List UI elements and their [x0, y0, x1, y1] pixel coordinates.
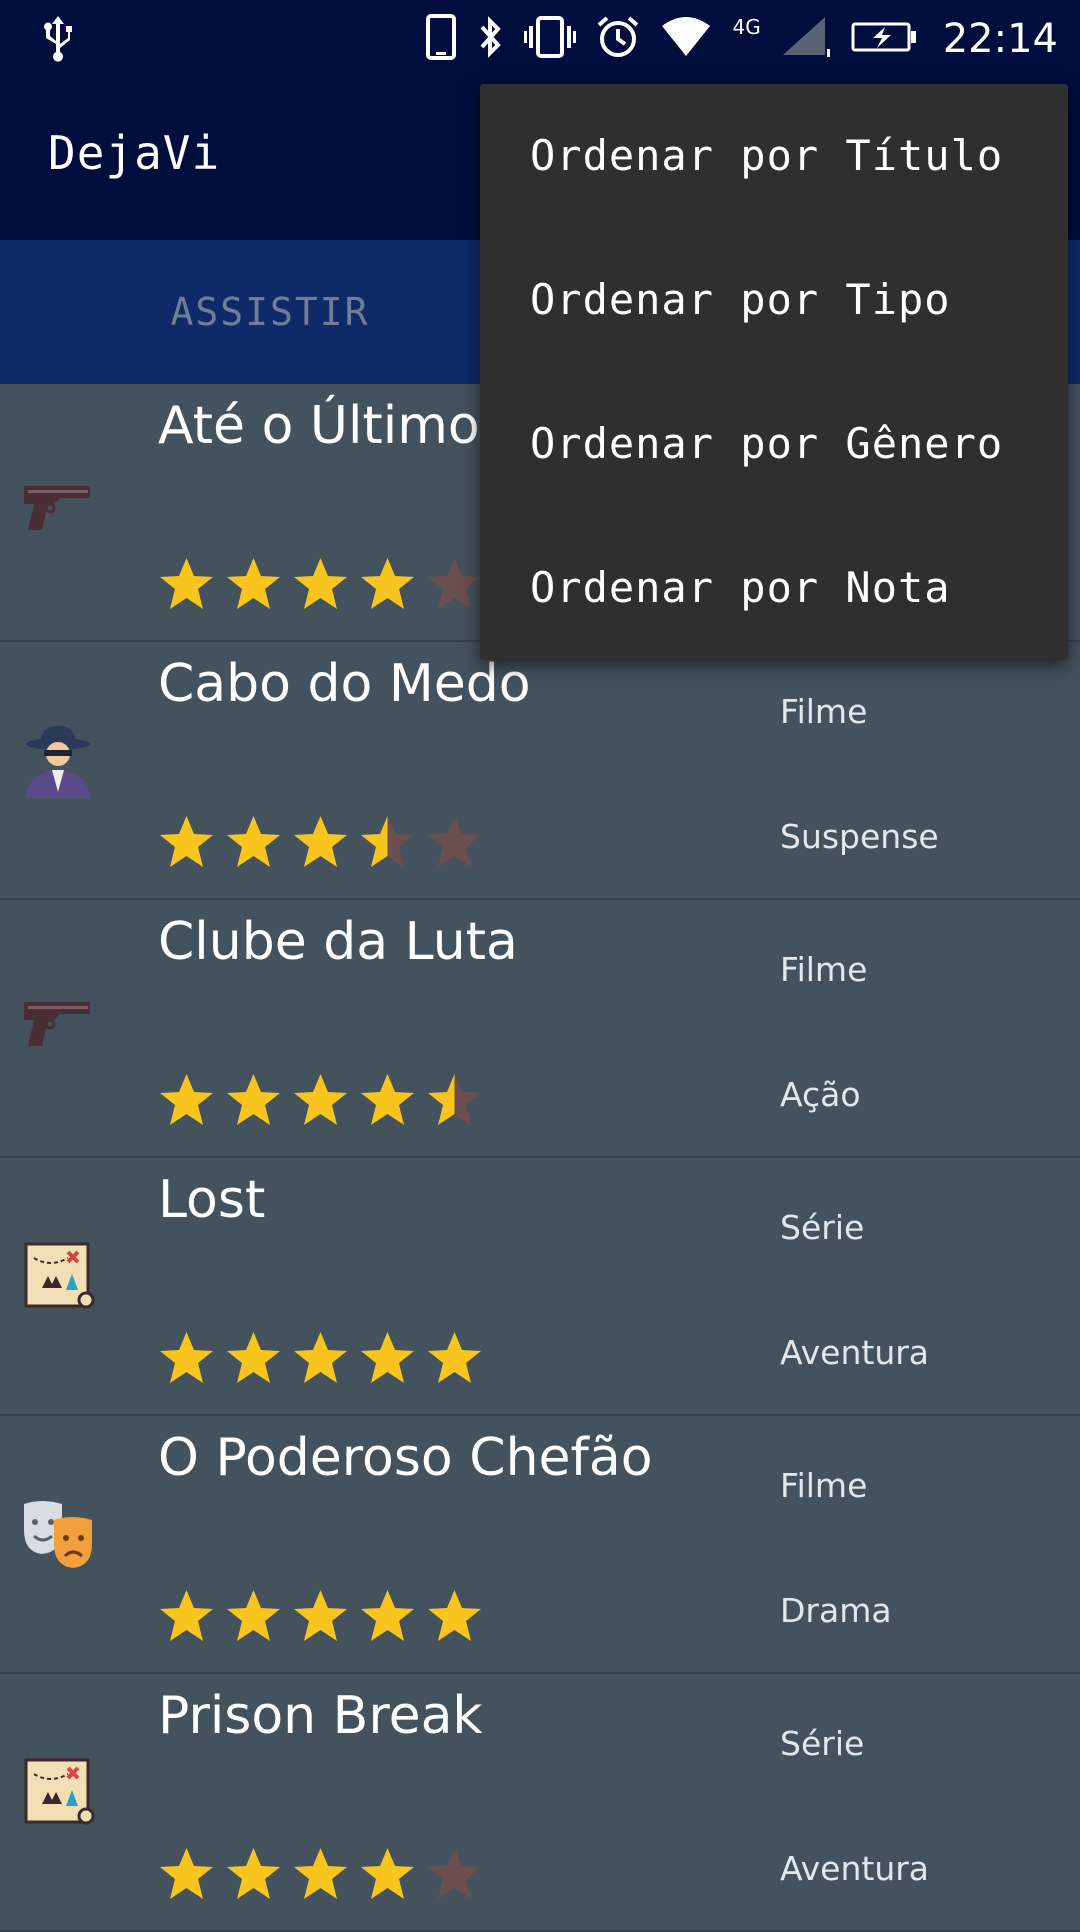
item-genre: Aventura [780, 1333, 930, 1372]
star-icon [225, 1846, 282, 1902]
list-item[interactable]: O Poderoso Chefão Filme Drama [0, 1416, 1080, 1674]
star-icon [359, 556, 416, 612]
star-icon [158, 556, 215, 612]
clock: 22:14 [942, 16, 1058, 62]
item-title: Até o Último [158, 396, 480, 456]
menu-item-sort-title[interactable]: Ordenar por Título [480, 84, 1068, 228]
star-icon [426, 1330, 483, 1386]
app-title: DejaVi [48, 126, 221, 180]
star-icon [225, 814, 282, 870]
detective-icon [20, 722, 96, 798]
star-icon [292, 556, 349, 612]
item-type: Série [780, 1208, 865, 1247]
phone-icon [426, 14, 457, 64]
rating-stars [158, 1072, 483, 1128]
network-type: 4G [732, 15, 761, 39]
star-icon [158, 1330, 215, 1386]
rating-stars [158, 814, 483, 870]
star-icon [158, 814, 215, 870]
star-icon [426, 814, 483, 870]
list-item[interactable]: Lost Série Aventura [0, 1158, 1080, 1416]
star-icon [292, 814, 349, 870]
star-icon [292, 1330, 349, 1386]
item-title: O Poderoso Chefão [158, 1428, 653, 1488]
star-icon [158, 1072, 215, 1128]
item-genre: Ação [780, 1075, 861, 1114]
bluetooth-icon [476, 15, 504, 63]
star-icon [359, 1588, 416, 1644]
rating-stars [158, 1588, 483, 1644]
item-title: Lost [158, 1170, 266, 1230]
rating-stars [158, 1846, 483, 1902]
star-icon [292, 1072, 349, 1128]
star-icon [292, 1846, 349, 1902]
star-icon [359, 1330, 416, 1386]
vibrate-icon [524, 16, 577, 62]
item-type: Filme [780, 1466, 868, 1505]
star-icon [158, 1588, 215, 1644]
pistol-icon [20, 980, 96, 1056]
menu-item-sort-type[interactable]: Ordenar por Tipo [480, 228, 1068, 372]
theater-masks-icon [20, 1496, 96, 1572]
item-title: Cabo do Medo [158, 654, 531, 714]
menu-item-sort-rating[interactable]: Ordenar por Nota [480, 516, 1068, 660]
signal-icon [781, 15, 831, 63]
star-icon [225, 1330, 282, 1386]
star-icon [359, 1072, 416, 1128]
list-item[interactable]: Cabo do Medo Filme Suspense [0, 642, 1080, 900]
status-bar: 4G 22:14 [0, 0, 1080, 78]
item-title: Clube da Luta [158, 912, 518, 972]
item-type: Filme [780, 950, 868, 989]
star-icon [225, 1588, 282, 1644]
list-item[interactable]: Clube da Luta Filme Ação [0, 900, 1080, 1158]
list-item[interactable]: Prison Break Série Aventura [0, 1674, 1080, 1932]
item-type: Filme [780, 692, 868, 731]
item-genre: Aventura [780, 1849, 930, 1888]
usb-icon [38, 14, 78, 62]
pistol-icon [20, 464, 96, 540]
treasure-map-icon [20, 1238, 96, 1314]
star-icon [426, 556, 483, 612]
battery-charging-icon [851, 21, 917, 57]
alarm-icon [596, 15, 640, 63]
item-title: Prison Break [158, 1686, 483, 1746]
star-icon [359, 1846, 416, 1902]
star-icon [225, 556, 282, 612]
item-genre: Drama [780, 1591, 892, 1630]
star-icon [292, 1588, 349, 1644]
star-icon [426, 1588, 483, 1644]
star-icon [225, 1072, 282, 1128]
star-icon [359, 814, 416, 870]
item-type: Série [780, 1724, 865, 1763]
menu-item-sort-genre[interactable]: Ordenar por Gênero [480, 372, 1068, 516]
tab-assistir[interactable]: ASSISTIR [0, 240, 540, 384]
sort-menu: Ordenar por Título Ordenar por Tipo Orde… [480, 84, 1068, 660]
rating-stars [158, 1330, 483, 1386]
star-icon [158, 1846, 215, 1902]
star-icon [426, 1072, 483, 1128]
treasure-map-icon [20, 1754, 96, 1830]
star-icon [426, 1846, 483, 1902]
item-genre: Suspense [780, 817, 939, 856]
wifi-icon [660, 16, 712, 62]
rating-stars [158, 556, 483, 612]
